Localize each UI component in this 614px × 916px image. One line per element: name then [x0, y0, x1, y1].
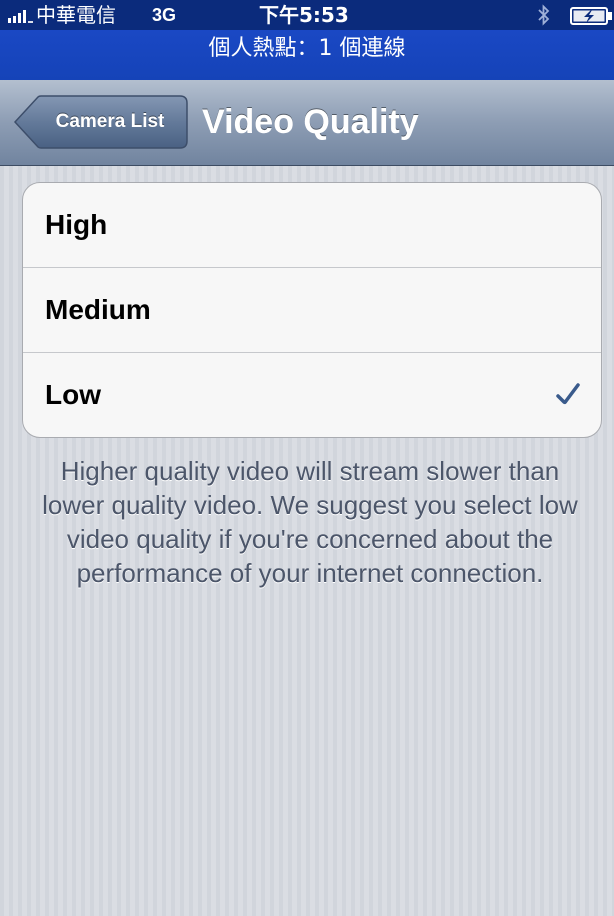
- option-high[interactable]: High: [23, 183, 601, 268]
- status-bar: 中華電信 3G 下午5:53: [0, 0, 614, 30]
- navigation-bar: Camera List Video Quality: [0, 80, 614, 166]
- bluetooth-icon: [538, 4, 550, 26]
- option-medium[interactable]: Medium: [23, 268, 601, 353]
- hotspot-banner[interactable]: 個人熱點：1 個連線: [0, 30, 614, 80]
- option-low[interactable]: Low: [23, 353, 601, 437]
- back-button-label: Camera List: [55, 111, 165, 132]
- page-title: Video Quality: [202, 103, 419, 141]
- status-time: 下午5:53: [259, 3, 349, 27]
- battery-charging-icon: [570, 7, 612, 25]
- option-label: Low: [45, 379, 101, 410]
- option-label: High: [45, 209, 108, 240]
- carrier-name: 中華電信: [36, 3, 116, 27]
- network-type: 3G: [152, 5, 177, 25]
- signal-strength-icon: [8, 9, 35, 23]
- back-button[interactable]: Camera List: [14, 95, 188, 149]
- footer-note: Higher quality video will stream slower …: [42, 456, 578, 588]
- video-quality-options: High Medium Low: [22, 182, 602, 438]
- checkmark-icon: [556, 383, 580, 405]
- hotspot-text: 個人熱點：1 個連線: [208, 36, 406, 61]
- option-label: Medium: [45, 294, 151, 325]
